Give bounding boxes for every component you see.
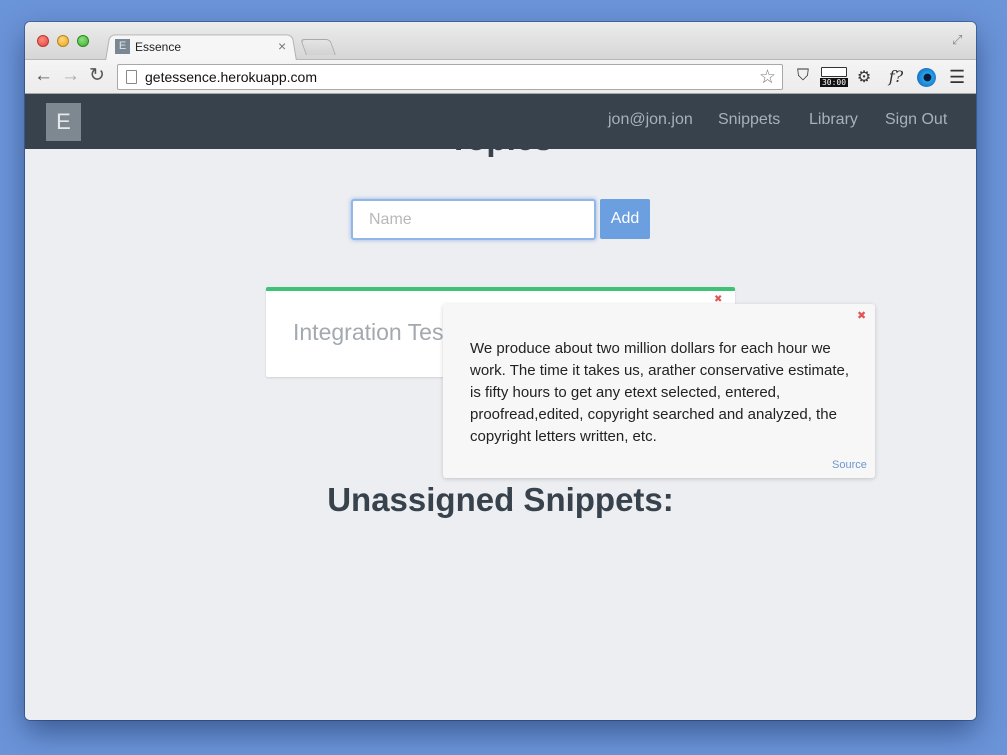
browser-toolbar: ← → ↻ getessence.herokuapp.com ☆ ⛉ 30:00… bbox=[25, 60, 976, 94]
fullscreen-icon[interactable]: ⤢ bbox=[952, 32, 966, 47]
popup-close-icon[interactable]: ✖ bbox=[857, 309, 866, 322]
star-icon[interactable]: ☆ bbox=[759, 66, 776, 89]
address-bar[interactable]: getessence.herokuapp.com ☆ bbox=[117, 64, 783, 90]
brand-logo[interactable]: E bbox=[46, 103, 81, 141]
page-content: E jon@jon.jon Snippets Library Sign Out … bbox=[25, 94, 976, 720]
gear-icon[interactable]: ⚙ bbox=[854, 67, 874, 87]
browser-tab-content[interactable]: E Essence × bbox=[115, 38, 295, 58]
nav-library-link[interactable]: Library bbox=[809, 111, 858, 129]
snippet-text: We produce about two million dollars for… bbox=[470, 340, 850, 445]
pocket-icon[interactable]: ⛉ bbox=[793, 67, 813, 87]
timer-icon[interactable]: 30:00 bbox=[820, 67, 848, 87]
tab-title: Essence bbox=[135, 40, 182, 54]
url-text[interactable]: getessence.herokuapp.com bbox=[145, 69, 317, 85]
reload-icon[interactable]: ↻ bbox=[89, 65, 105, 87]
snippet-source-link[interactable]: Source bbox=[832, 459, 867, 471]
topic-name-input[interactable] bbox=[351, 199, 596, 240]
topic-title: Integration Tes bbox=[293, 319, 444, 345]
tab-close-icon[interactable]: × bbox=[278, 38, 286, 54]
new-tab-button[interactable] bbox=[300, 39, 336, 55]
nav-sign-out-link[interactable]: Sign Out bbox=[885, 111, 947, 129]
timer-digits: 30:00 bbox=[820, 78, 848, 87]
eye-icon[interactable] bbox=[917, 68, 936, 87]
browser-window: E Essence × ⤢ ← → ↻ getessence.herokuapp… bbox=[25, 22, 976, 720]
menu-icon[interactable]: ☰ bbox=[949, 67, 965, 87]
window-close-button[interactable] bbox=[37, 35, 49, 47]
tab-favicon-icon: E bbox=[115, 39, 130, 54]
window-maximize-button[interactable] bbox=[77, 35, 89, 47]
forward-icon[interactable]: → bbox=[61, 65, 80, 87]
timer-box bbox=[821, 67, 847, 77]
nav-snippets-link[interactable]: Snippets bbox=[718, 111, 780, 129]
window-minimize-button[interactable] bbox=[57, 35, 69, 47]
nav-user-link[interactable]: jon@jon.jon bbox=[608, 111, 693, 129]
back-icon[interactable]: ← bbox=[34, 65, 53, 87]
snippet-popup: ✖ We produce about two million dollars f… bbox=[443, 304, 875, 478]
page-icon bbox=[126, 70, 137, 84]
app-navbar: E jon@jon.jon Snippets Library Sign Out bbox=[25, 94, 976, 149]
title-bar: E Essence × ⤢ bbox=[25, 22, 976, 61]
unassigned-snippets-heading: Unassigned Snippets: bbox=[327, 481, 674, 518]
add-topic-button[interactable]: Add bbox=[600, 199, 650, 239]
formula-icon[interactable]: f? bbox=[885, 67, 907, 87]
